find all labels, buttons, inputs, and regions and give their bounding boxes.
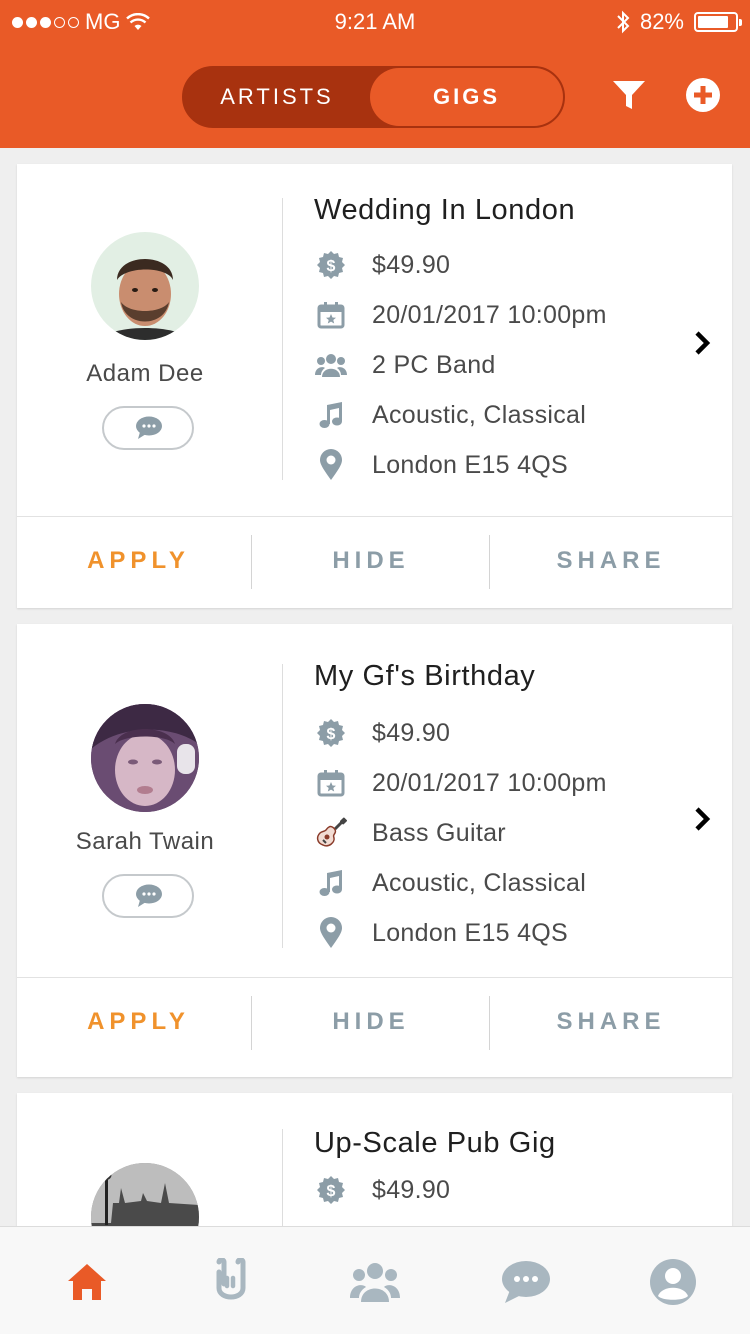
genre-row: Acoustic, Classical xyxy=(314,398,586,432)
gig-title: Wedding In London xyxy=(314,194,576,226)
date: 20/01/2017 10:00pm xyxy=(372,300,607,329)
chevron-right-icon[interactable] xyxy=(689,328,715,358)
artist-name: Adam Dee xyxy=(86,360,204,387)
avatar[interactable] xyxy=(91,704,199,812)
location: London E15 4QS xyxy=(372,450,569,479)
apply-button[interactable]: APPLY xyxy=(17,978,260,1070)
location: London E15 4QS xyxy=(372,918,569,947)
calendar-icon xyxy=(317,302,345,329)
chat-icon xyxy=(502,1261,550,1303)
tab-messages[interactable] xyxy=(499,1255,553,1309)
divider xyxy=(282,1129,283,1229)
bluetooth-icon xyxy=(617,10,630,34)
hide-button[interactable]: HIDE xyxy=(252,517,490,609)
rock-hand-icon xyxy=(216,1258,246,1300)
filter-icon[interactable] xyxy=(610,76,648,114)
tab-artists[interactable]: ARTISTS xyxy=(184,68,370,126)
chevron-right-icon[interactable] xyxy=(689,804,715,834)
message-button[interactable] xyxy=(102,406,194,450)
gig-title: My Gf's Birthday xyxy=(314,660,536,692)
svg-text:$: $ xyxy=(327,258,336,275)
card-actions: APPLY HIDE SHARE xyxy=(17,516,732,608)
gig-title: Up-Scale Pub Gig xyxy=(314,1127,556,1159)
battery-percent: 82% xyxy=(639,9,684,34)
date-row: 20/01/2017 10:00pm xyxy=(314,766,607,800)
dollar-badge-icon: $ xyxy=(317,719,345,747)
price: $49.90 xyxy=(372,250,451,279)
lineup-row: 2 PC Band xyxy=(314,348,496,382)
price-row: $ $49.90 xyxy=(314,1173,450,1207)
guitar-icon xyxy=(316,817,347,847)
genre: Acoustic, Classical xyxy=(372,400,587,429)
divider xyxy=(282,198,283,480)
gig-card[interactable]: Adam Dee Wedding In London $ $49.90 20/0… xyxy=(17,164,732,608)
divider xyxy=(282,664,283,948)
tab-artists-hand[interactable] xyxy=(204,1255,258,1309)
status-right: 82% xyxy=(616,9,742,35)
group-icon xyxy=(315,354,347,377)
location-row: London E15 4QS xyxy=(314,448,568,482)
price-row: $ $49.90 xyxy=(314,248,450,282)
chat-bubble-icon xyxy=(136,416,162,439)
add-circle-icon[interactable] xyxy=(684,76,722,114)
location-pin-icon xyxy=(320,449,342,480)
message-button[interactable] xyxy=(102,874,194,918)
hide-button[interactable]: HIDE xyxy=(252,978,490,1070)
date-row: 20/01/2017 10:00pm xyxy=(314,298,607,332)
tab-gigs[interactable]: GIGS xyxy=(370,68,563,126)
music-note-icon xyxy=(319,402,342,428)
home-icon xyxy=(68,1264,106,1300)
dollar-badge-icon: $ xyxy=(317,1176,345,1204)
tab-home[interactable] xyxy=(60,1255,114,1309)
profile-icon xyxy=(650,1259,696,1305)
status-bar: MG 9:21 AM 82% xyxy=(0,0,750,40)
tab-community[interactable] xyxy=(348,1255,402,1309)
tab-profile[interactable] xyxy=(646,1255,700,1309)
bottom-tab-bar xyxy=(0,1226,750,1334)
avatar[interactable] xyxy=(91,232,199,340)
share-button[interactable]: SHARE xyxy=(490,517,732,609)
price: $49.90 xyxy=(372,718,451,747)
lineup: Bass Guitar xyxy=(372,818,506,847)
view-switcher: ARTISTS GIGS xyxy=(182,66,565,128)
share-button[interactable]: SHARE xyxy=(490,978,732,1070)
app-header: MG 9:21 AM 82% ARTISTS GIGS xyxy=(0,0,750,148)
price: $49.90 xyxy=(372,1175,451,1204)
svg-text:$: $ xyxy=(327,726,336,743)
location-row: London E15 4QS xyxy=(314,916,568,950)
gig-card[interactable]: Sarah Twain My Gf's Birthday $ $49.90 20… xyxy=(17,624,732,1077)
apply-button[interactable]: APPLY xyxy=(17,517,260,609)
group-icon xyxy=(350,1263,400,1302)
genre-row: Acoustic, Classical xyxy=(314,866,586,900)
calendar-icon xyxy=(317,770,345,797)
music-note-icon xyxy=(319,870,342,896)
price-row: $ $49.90 xyxy=(314,716,450,750)
chat-bubble-icon xyxy=(136,884,162,907)
artist-name: Sarah Twain xyxy=(75,828,215,855)
dollar-badge-icon: $ xyxy=(317,251,345,279)
location-pin-icon xyxy=(320,917,342,948)
battery-icon xyxy=(694,12,742,32)
date: 20/01/2017 10:00pm xyxy=(372,768,607,797)
lineup: 2 PC Band xyxy=(372,350,496,379)
card-actions: APPLY HIDE SHARE xyxy=(17,977,732,1069)
lineup-row: Bass Guitar xyxy=(314,816,506,850)
svg-text:$: $ xyxy=(327,1183,336,1200)
genre: Acoustic, Classical xyxy=(372,868,587,897)
